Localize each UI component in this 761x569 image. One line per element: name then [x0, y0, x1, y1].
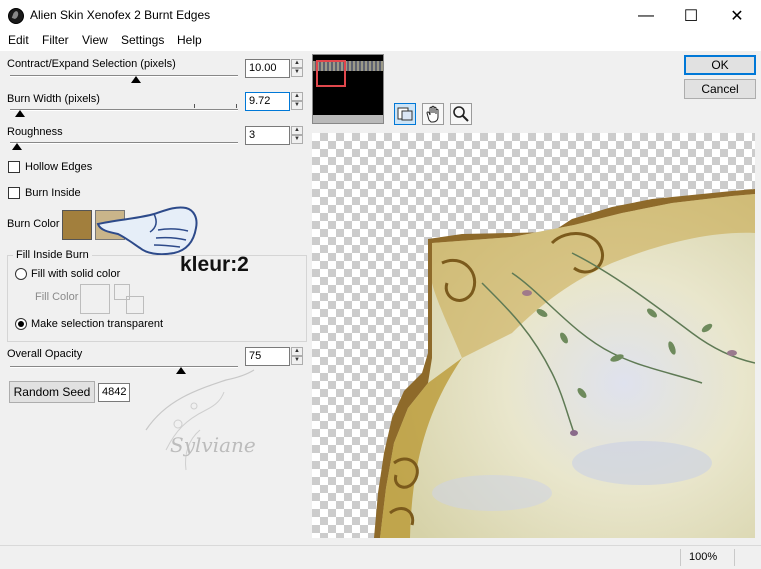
roughness-slider-track[interactable] — [10, 142, 238, 144]
fill-color-tertiary-swatch[interactable] — [126, 296, 144, 314]
ok-button[interactable]: OK — [684, 55, 756, 75]
navigator-viewport[interactable] — [316, 60, 346, 87]
burn-width-slider-track[interactable] — [10, 109, 238, 111]
pointing-hand-icon — [96, 206, 198, 256]
fill-color-swatch[interactable] — [80, 284, 110, 314]
preview-canvas[interactable] — [312, 133, 755, 538]
preview-toggle-icon[interactable] — [394, 103, 416, 125]
make-transparent-label: Make selection transparent — [31, 318, 164, 330]
roughness-field[interactable]: 3 — [245, 126, 290, 145]
burn-width-spinner[interactable]: ▲ ▼ — [291, 92, 303, 111]
maximize-button[interactable]: ☐ — [668, 0, 714, 31]
contract-field[interactable]: 10.00 — [245, 59, 290, 78]
status-separator — [680, 549, 681, 566]
navigator-thumbnail[interactable] — [312, 54, 384, 124]
contract-slider-thumb[interactable] — [131, 76, 141, 83]
close-button[interactable]: ✕ — [714, 0, 760, 31]
hollow-edges-label: Hollow Edges — [25, 161, 93, 173]
burn-width-label: Burn Width (pixels) — [7, 93, 100, 105]
zoom-level: 100% — [689, 551, 718, 563]
contract-spinner[interactable]: ▲ ▼ — [291, 59, 303, 78]
zoom-tool-icon[interactable] — [450, 103, 472, 125]
fill-solid-radio[interactable] — [15, 268, 27, 280]
sylviane-watermark-logo: Sylviane — [145, 369, 256, 471]
app-icon — [8, 8, 24, 24]
slider-tick — [194, 104, 195, 108]
window-title: Alien Skin Xenofex 2 Burnt Edges — [30, 8, 211, 22]
status-separator — [734, 549, 735, 566]
slider-tick — [236, 104, 237, 108]
fill-inside-burn-label: Fill Inside Burn — [13, 249, 92, 261]
fill-solid-label: Fill with solid color — [31, 268, 121, 280]
burn-color-label: Burn Color — [7, 218, 60, 230]
watermark-text: Sylviane — [170, 433, 256, 457]
hand-tool-icon[interactable] — [422, 103, 444, 125]
title-bar: Alien Skin Xenofex 2 Burnt Edges — ☐ ✕ — [0, 0, 761, 31]
burnt-edges-preview-image — [374, 189, 755, 538]
menu-view[interactable]: View — [82, 33, 108, 47]
burn-width-slider-thumb[interactable] — [15, 110, 25, 117]
status-bar: 100% — [0, 545, 761, 569]
menu-settings[interactable]: Settings — [121, 33, 164, 47]
burn-color-swatch[interactable] — [62, 210, 92, 240]
menu-help[interactable]: Help — [177, 33, 202, 47]
minimize-button[interactable]: — — [623, 0, 669, 31]
roughness-slider-thumb[interactable] — [12, 143, 22, 150]
fill-color-label: Fill Color — [35, 291, 79, 303]
menu-edit[interactable]: Edit — [8, 33, 29, 47]
roughness-spinner[interactable]: ▲ ▼ — [291, 126, 303, 145]
roughness-label: Roughness — [7, 126, 63, 138]
overall-opacity-label: Overall Opacity — [7, 348, 83, 360]
overall-opacity-spinner[interactable]: ▲ ▼ — [291, 347, 303, 366]
make-transparent-radio[interactable] — [15, 318, 27, 330]
burn-width-field[interactable]: 9.72 — [245, 92, 290, 111]
burn-inside-label: Burn Inside — [25, 187, 81, 199]
random-seed-button[interactable]: Random Seed — [9, 381, 95, 403]
cancel-button[interactable]: Cancel — [684, 79, 756, 99]
menu-bar: Edit Filter View Settings Help — [0, 31, 761, 51]
burn-inside-checkbox[interactable] — [8, 187, 20, 199]
contract-slider-track[interactable] — [10, 75, 238, 77]
contract-label: Contract/Expand Selection (pixels) — [7, 58, 176, 70]
hollow-edges-checkbox[interactable] — [8, 161, 20, 173]
menu-filter[interactable]: Filter — [42, 33, 69, 47]
